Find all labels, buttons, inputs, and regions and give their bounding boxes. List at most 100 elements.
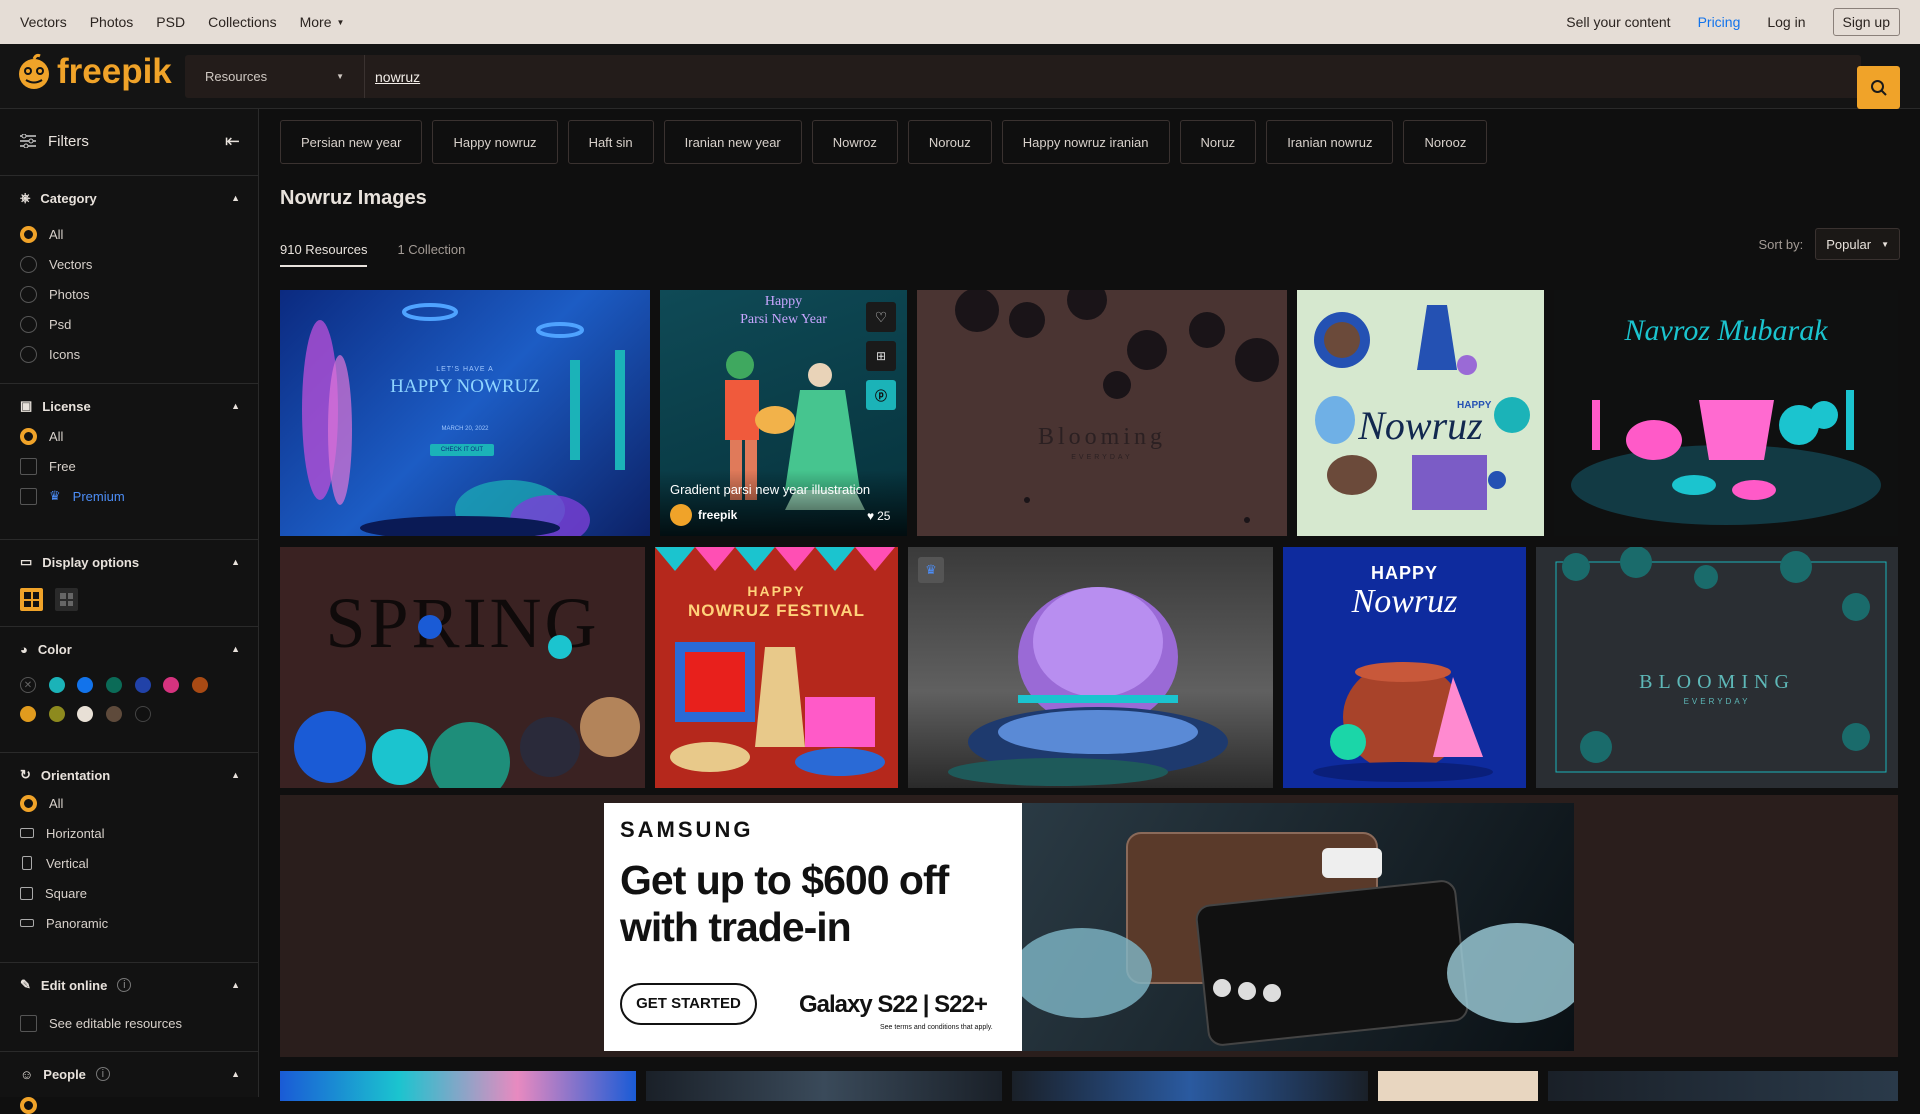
tag-button[interactable]: Norouz bbox=[907, 120, 992, 164]
tab-resources[interactable]: 910 Resources bbox=[280, 242, 368, 267]
orientation-option-square[interactable]: Square bbox=[20, 883, 87, 903]
license-option-premium[interactable]: ♛ Premium bbox=[20, 486, 125, 506]
tag-button[interactable]: Haft sin bbox=[567, 120, 654, 164]
image-card[interactable]: HAPPY Nowruz bbox=[1283, 547, 1526, 788]
license-header[interactable]: ▣ License ▲ bbox=[20, 396, 240, 416]
radio-button[interactable] bbox=[20, 794, 37, 812]
tag-button[interactable]: Iranian nowruz bbox=[1266, 120, 1394, 164]
info-icon[interactable]: i bbox=[117, 978, 132, 992]
filters-icon bbox=[20, 134, 36, 148]
ad-cta-button[interactable]: GET STARTED bbox=[620, 983, 757, 1025]
radio-button[interactable] bbox=[20, 1097, 37, 1114]
people-header[interactable]: ☺ People i ▲ bbox=[20, 1064, 240, 1084]
radio-button[interactable] bbox=[20, 427, 37, 445]
color-swatch[interactable] bbox=[135, 677, 151, 693]
color-swatch[interactable] bbox=[49, 706, 65, 722]
category-header[interactable]: ⎈ Category ▲ bbox=[20, 188, 240, 208]
author[interactable]: freepik bbox=[670, 504, 737, 526]
pinterest-button[interactable]: ⓟ bbox=[866, 380, 896, 410]
image-card[interactable]: HAPPY Nowruz bbox=[1297, 290, 1544, 536]
image-card[interactable]: SPRING bbox=[280, 547, 645, 788]
category-option-all[interactable]: All bbox=[20, 224, 63, 244]
category-option-vectors[interactable]: Vectors bbox=[20, 254, 92, 274]
category-option-icons[interactable]: Icons bbox=[20, 344, 80, 364]
color-swatch[interactable] bbox=[49, 677, 65, 693]
resource-type-select[interactable]: Resources ▼ bbox=[185, 55, 365, 98]
license-option-free[interactable]: Free bbox=[20, 456, 76, 476]
nav-vectors[interactable]: Vectors bbox=[20, 14, 67, 30]
pricing-link[interactable]: Pricing bbox=[1698, 14, 1741, 30]
orientation-option-horizontal[interactable]: Horizontal bbox=[20, 823, 105, 843]
tag-button[interactable]: Nowroz bbox=[811, 120, 898, 164]
checkbox[interactable] bbox=[20, 1014, 37, 1032]
tag-button[interactable]: Iranian new year bbox=[663, 120, 802, 164]
collection-button[interactable]: ⊞ bbox=[866, 341, 896, 371]
freepik-logo[interactable]: freepik bbox=[15, 52, 172, 92]
search-input[interactable] bbox=[375, 55, 1775, 98]
display-options-header[interactable]: ▭ Display options ▲ bbox=[20, 552, 240, 572]
image-card[interactable]: BLOOMING EVERYDAY bbox=[1536, 547, 1898, 788]
color-swatch[interactable] bbox=[20, 706, 36, 722]
color-swatch[interactable] bbox=[106, 677, 122, 693]
color-swatch[interactable] bbox=[135, 706, 151, 722]
nav-psd[interactable]: PSD bbox=[156, 14, 185, 30]
image-card[interactable]: Happy Parsi New Year ♡ ⊞ ⓟ Gradient pars… bbox=[660, 290, 907, 536]
tag-button[interactable]: Happy nowruz bbox=[432, 120, 558, 164]
radio-button[interactable] bbox=[20, 345, 37, 363]
samsung-ad[interactable]: ▷✕ SAMSUNG Get up to $600 off with trade… bbox=[604, 803, 1574, 1051]
editable-resources-option[interactable]: See editable resources bbox=[20, 1013, 182, 1033]
color-swatch[interactable] bbox=[163, 677, 179, 693]
color-swatch[interactable] bbox=[77, 706, 93, 722]
orientation-option-panoramic[interactable]: Panoramic bbox=[20, 913, 108, 933]
card-caption: Gradient parsi new year illustration bbox=[670, 482, 871, 497]
tag-button[interactable]: Persian new year bbox=[280, 120, 423, 164]
category-option-photos[interactable]: Photos bbox=[20, 284, 89, 304]
blooming-illustration bbox=[955, 290, 1279, 523]
sort-select[interactable]: Popular ▼ bbox=[1815, 228, 1900, 260]
color-swatch[interactable] bbox=[192, 677, 208, 693]
compact-view-button[interactable] bbox=[55, 588, 78, 611]
tag-button[interactable]: Happy nowruz iranian bbox=[1001, 120, 1170, 164]
category-option-psd[interactable]: Psd bbox=[20, 314, 71, 334]
color-swatch[interactable] bbox=[106, 706, 122, 722]
image-card[interactable]: HAPPY NOWRUZ FESTIVAL bbox=[655, 547, 898, 788]
signup-button[interactable]: Sign up bbox=[1832, 8, 1900, 36]
image-card[interactable]: Blooming EVERYDAY bbox=[917, 290, 1287, 536]
no-color-swatch[interactable]: ✕ bbox=[20, 677, 36, 693]
nav-photos[interactable]: Photos bbox=[90, 14, 134, 30]
radio-button[interactable] bbox=[20, 285, 37, 303]
color-header[interactable]: ◕ Color ▲ bbox=[20, 639, 240, 659]
login-link[interactable]: Log in bbox=[1767, 14, 1805, 30]
blooming-teal-illustration bbox=[1555, 547, 1887, 773]
color-swatch[interactable] bbox=[77, 677, 93, 693]
tab-collection[interactable]: 1 Collection bbox=[397, 242, 465, 267]
haftsin-table-illustration bbox=[1571, 390, 1881, 525]
image-card[interactable]: LET'S HAVE A HAPPY NOWRUZ MARCH 20, 2022… bbox=[280, 290, 650, 536]
image-card[interactable]: Navroz Mubarak bbox=[1554, 290, 1898, 536]
sell-content-link[interactable]: Sell your content bbox=[1566, 14, 1670, 30]
advertisement-banner: ▷✕ SAMSUNG Get up to $600 off with trade… bbox=[280, 795, 1898, 1057]
checkbox[interactable] bbox=[20, 457, 37, 475]
like-button[interactable]: ♡ bbox=[866, 302, 896, 332]
checkbox[interactable] bbox=[20, 487, 37, 505]
option-label: Icons bbox=[49, 346, 81, 362]
radio-button[interactable] bbox=[20, 255, 37, 273]
radio-button[interactable] bbox=[20, 225, 37, 243]
orientation-header[interactable]: ↻ Orientation ▲ bbox=[20, 765, 240, 785]
tag-button[interactable]: Norooz bbox=[1403, 120, 1488, 164]
nav-more[interactable]: More ▼ bbox=[300, 14, 345, 30]
info-icon[interactable]: i bbox=[95, 1067, 110, 1081]
edit-online-section: ✎ Edit online i ▲ See editable resources bbox=[0, 962, 259, 1042]
license-option-all[interactable]: All bbox=[20, 426, 63, 446]
image-card[interactable]: ♛ bbox=[908, 547, 1273, 788]
filters-title: Filters bbox=[48, 132, 89, 150]
search-button[interactable] bbox=[1857, 66, 1900, 109]
grid-view-button[interactable] bbox=[20, 588, 43, 611]
nav-collections[interactable]: Collections bbox=[208, 14, 276, 30]
edit-online-header[interactable]: ✎ Edit online i ▲ bbox=[20, 975, 240, 995]
tag-button[interactable]: Noruz bbox=[1179, 120, 1257, 164]
radio-button[interactable] bbox=[20, 315, 37, 333]
orientation-option-vertical[interactable]: Vertical bbox=[20, 853, 89, 873]
collapse-sidebar-icon[interactable]: ⇤ bbox=[225, 131, 240, 152]
orientation-option-all[interactable]: All bbox=[20, 793, 63, 813]
